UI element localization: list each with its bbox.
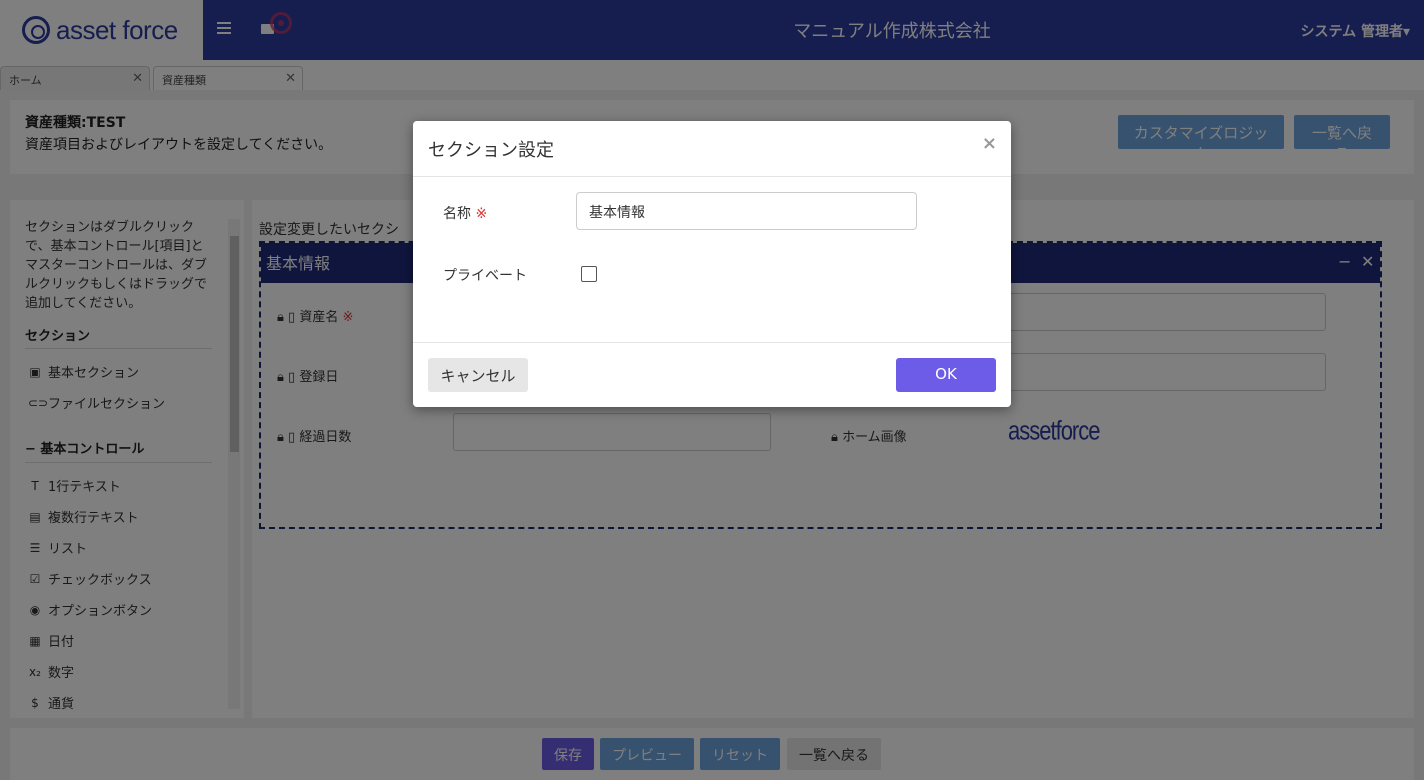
section-name-input[interactable]: 基本情報: [576, 192, 917, 230]
divider: [413, 342, 1011, 343]
name-label: 名称 ※: [443, 203, 487, 223]
modal-title: セクション設定: [428, 140, 554, 161]
divider: [413, 176, 1011, 177]
close-icon[interactable]: ×: [982, 133, 997, 154]
ok-button[interactable]: OK: [896, 358, 996, 392]
required-mark: ※: [475, 206, 488, 222]
cancel-button[interactable]: キャンセル: [428, 358, 528, 392]
section-settings-modal: セクション設定 × 名称 ※ 基本情報 プライベート キャンセル OK: [413, 121, 1011, 407]
private-label: プライベート: [443, 268, 527, 284]
private-checkbox[interactable]: [581, 266, 597, 282]
name-label-text: 名称: [443, 206, 471, 222]
